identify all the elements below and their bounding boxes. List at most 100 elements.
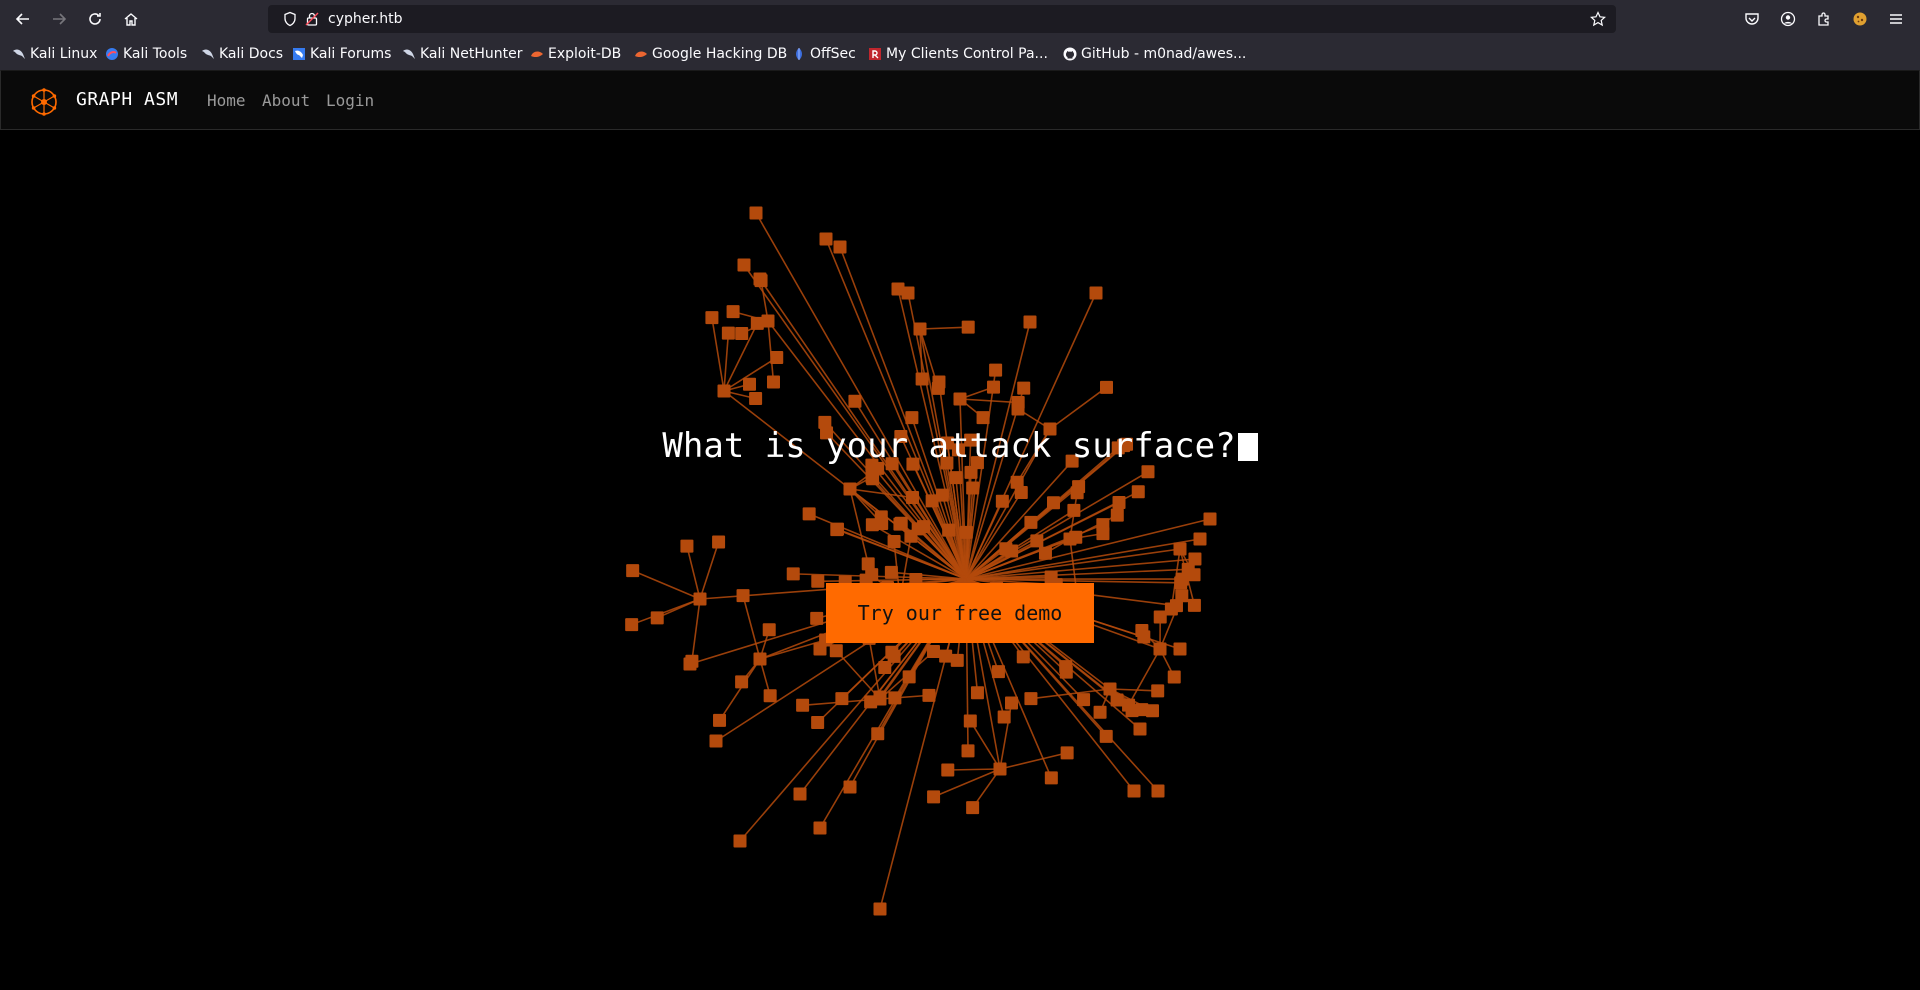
graph-node: [1060, 746, 1074, 760]
extension-button[interactable]: [1846, 5, 1874, 33]
bookmark-my-clients-control-panel[interactable]: My Clients Control Pa...: [868, 44, 1048, 64]
extension-cookie-icon: [1853, 12, 1867, 26]
back-button[interactable]: [9, 5, 37, 33]
graph-node: [1133, 722, 1147, 736]
graph-node: [970, 686, 984, 700]
graph-node: [753, 272, 767, 286]
graph-node: [1135, 703, 1149, 717]
graph-node: [1069, 530, 1083, 544]
graph-edge: [919, 326, 969, 330]
bookmark-label: OffSec: [810, 46, 856, 62]
graph-node: [989, 363, 1003, 377]
graph-node: [878, 661, 892, 675]
graph-node: [1167, 670, 1181, 684]
graph-node: [884, 565, 898, 579]
graph-node: [735, 327, 749, 341]
menu-button[interactable]: [1882, 5, 1910, 33]
graph-node: [1135, 624, 1149, 638]
graph-node: [1005, 696, 1019, 710]
graph-node: [721, 326, 735, 340]
graph-node: [950, 653, 964, 667]
graph-node: [811, 716, 825, 730]
graph-node: [913, 322, 927, 336]
kali-dragon-icon: [202, 49, 214, 59]
graph-node: [953, 392, 967, 406]
bookmark-exploit-db[interactable]: Exploit-DB: [530, 44, 621, 64]
typing-cursor: [1237, 433, 1258, 461]
graph-node: [1046, 496, 1060, 510]
free-demo-button[interactable]: Try our free demo: [826, 583, 1094, 643]
hero-section: What is your attack surface? Try our fre…: [0, 129, 1920, 990]
bookmark-github[interactable]: GitHub - m0nad/awes...: [1063, 44, 1246, 64]
graph-node: [1173, 542, 1187, 556]
graph-node: [766, 375, 780, 389]
graph-node: [1016, 650, 1030, 664]
graph-node: [1187, 598, 1201, 612]
graph-node: [848, 394, 862, 408]
graph-node: [961, 744, 975, 758]
graph-node: [905, 411, 919, 425]
graph-node: [726, 305, 740, 319]
bookmarks-toolbar: Kali Linux Kali Tools Kali Docs Kali For…: [0, 42, 1920, 66]
nav-login-link[interactable]: Login: [326, 91, 374, 110]
bookmark-label: GitHub - m0nad/awes...: [1081, 46, 1247, 62]
graph-node: [941, 763, 955, 777]
nav-home-link[interactable]: Home: [207, 91, 246, 110]
graph-node: [683, 657, 697, 671]
account-button[interactable]: [1774, 5, 1802, 33]
graph-node: [830, 522, 844, 536]
pocket-button[interactable]: [1738, 5, 1766, 33]
bookmark-kali-tools[interactable]: Kali Tools: [105, 44, 187, 64]
bookmark-kali-docs[interactable]: Kali Docs: [201, 44, 283, 64]
graph-node: [995, 494, 1009, 508]
exploit-db-icon: [531, 51, 543, 58]
graph-node: [712, 535, 726, 549]
graph-node: [942, 523, 956, 537]
nav-about-link[interactable]: About: [262, 91, 310, 110]
bookmark-label: Kali Linux: [30, 46, 98, 62]
kali-dragon-icon: [403, 49, 415, 59]
graph-node: [888, 691, 902, 705]
graph-node: [1188, 552, 1202, 566]
graph-node: [904, 529, 918, 543]
graph-node: [1093, 705, 1107, 719]
reload-button[interactable]: [81, 5, 109, 33]
graph-edge: [879, 694, 930, 700]
extensions-button[interactable]: [1810, 5, 1838, 33]
bookmark-kali-nethunter[interactable]: Kali NetHunter: [402, 44, 522, 64]
graph-node: [1151, 684, 1165, 698]
graph-node: [887, 649, 901, 663]
graph-node: [626, 564, 640, 578]
graph-node: [926, 645, 940, 659]
forward-button[interactable]: [45, 5, 73, 33]
graph-node: [931, 381, 945, 395]
graph-node: [1151, 784, 1165, 798]
graph-node: [949, 471, 963, 485]
url-text[interactable]: cypher.htb: [328, 11, 403, 27]
insecure-lock-icon[interactable]: [304, 11, 320, 27]
graph-logo-icon[interactable]: [29, 87, 59, 117]
graph-node: [987, 380, 1001, 394]
graph-node: [737, 258, 751, 272]
graph-node: [1099, 729, 1113, 743]
graph-edge: [742, 595, 761, 660]
bookmark-kali-forums[interactable]: Kali Forums: [292, 44, 391, 64]
graph-node: [1112, 495, 1126, 509]
address-bar[interactable]: cypher.htb: [268, 5, 1616, 33]
graph-node: [733, 834, 747, 848]
shield-icon[interactable]: [282, 11, 298, 27]
bookmark-google-hacking-db[interactable]: Google Hacking DB: [634, 44, 787, 64]
graph-node: [1164, 602, 1178, 616]
bookmark-kali-linux[interactable]: Kali Linux: [12, 44, 97, 64]
star-icon[interactable]: [1590, 11, 1606, 27]
brand-name[interactable]: GRAPH ASM: [76, 89, 178, 110]
home-button[interactable]: [117, 5, 145, 33]
kali-tools-icon: [106, 48, 118, 60]
bookmark-offsec[interactable]: OffSec: [792, 44, 856, 64]
hero-headline: What is your attack surface?: [0, 426, 1920, 466]
bookmark-label: Kali Tools: [123, 46, 188, 62]
graph-edge: [1109, 688, 1158, 692]
graph-node: [810, 611, 824, 625]
graph-node: [1153, 642, 1167, 656]
graph-node: [802, 507, 816, 521]
